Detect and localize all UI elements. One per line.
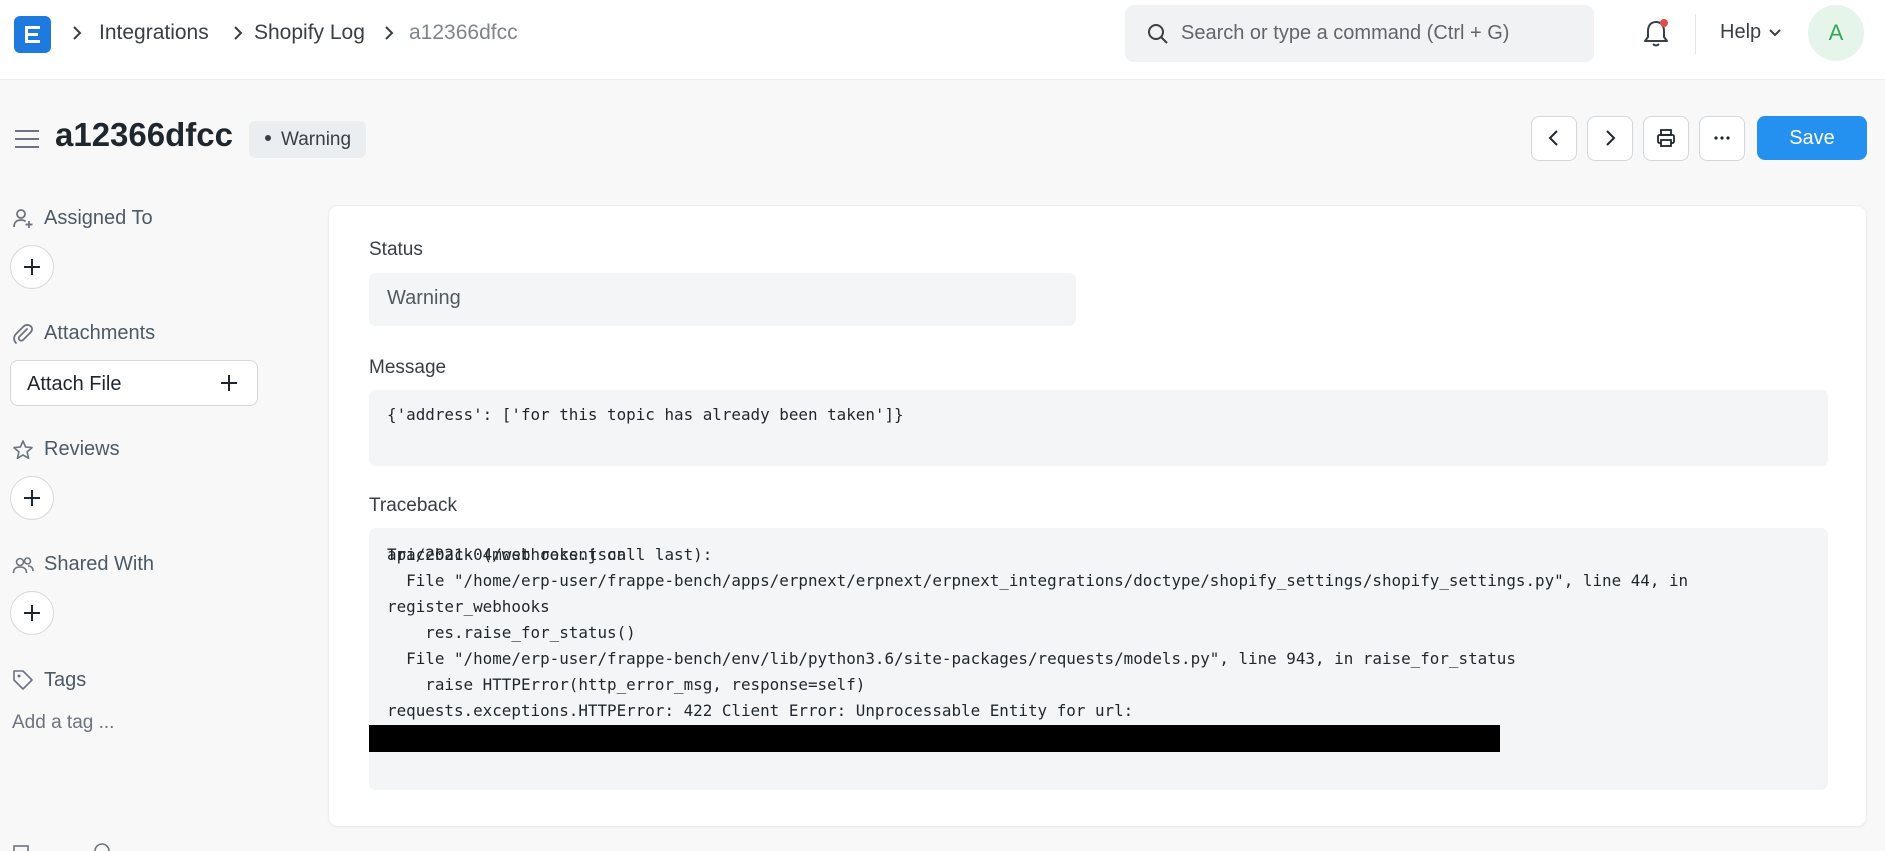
message-field[interactable]: {'address': ['for this topic has already… — [369, 390, 1828, 466]
erpnext-logo-icon — [25, 26, 40, 43]
more-horizontal-icon — [1714, 136, 1730, 140]
help-menu[interactable]: Help — [1720, 21, 1761, 44]
message-label: Message — [369, 357, 447, 378]
add-assignee-button[interactable] — [10, 245, 54, 289]
plus-icon — [24, 259, 40, 275]
notification-dot — [1660, 19, 1668, 27]
page-title: a12366dfcc — [55, 116, 233, 153]
app-logo[interactable] — [14, 16, 51, 53]
add-review-button[interactable] — [10, 476, 54, 520]
user-add-icon — [13, 209, 33, 228]
next-doc-button[interactable] — [1587, 116, 1633, 161]
chevron-right-icon — [1606, 130, 1616, 146]
reviews-label: Reviews — [44, 438, 120, 460]
navbar-divider — [1695, 14, 1696, 54]
status-field[interactable]: Warning — [369, 273, 1076, 326]
chevron-right-icon — [73, 26, 82, 40]
breadcrumb-integrations[interactable]: Integrations — [99, 21, 209, 45]
plus-icon — [24, 490, 40, 506]
search-icon — [1148, 24, 1168, 44]
status-value: Warning — [387, 287, 461, 309]
plus-icon — [221, 375, 237, 391]
search-bar[interactable] — [1125, 5, 1594, 62]
tag-icon — [13, 670, 33, 690]
user-avatar[interactable]: A — [1808, 5, 1864, 61]
add-share-button[interactable] — [10, 591, 54, 635]
add-tag-link[interactable]: Add a tag ... — [12, 712, 114, 734]
attachments-label: Attachments — [44, 322, 156, 344]
sidebar-toggle-icon[interactable] — [14, 128, 40, 150]
more-actions-button[interactable] — [1699, 116, 1745, 161]
traceback-field[interactable]: Traceback (most recent call last): File … — [369, 528, 1828, 790]
attach-file-button[interactable]: Attach File — [10, 360, 258, 406]
assigned-to-label: Assigned To — [44, 207, 153, 229]
status-indicator: Warning — [249, 121, 367, 158]
breadcrumb-shopify-log[interactable]: Shopify Log — [254, 21, 365, 45]
save-button[interactable]: Save — [1757, 116, 1867, 160]
search-input[interactable] — [1181, 5, 1581, 62]
status-dot — [265, 135, 271, 142]
print-button[interactable] — [1643, 116, 1689, 161]
breadcrumb-current: a12366dfcc — [409, 21, 518, 44]
chevron-right-icon — [385, 26, 394, 40]
chevron-down-icon — [1769, 29, 1781, 37]
traceback-url-tail: api/2021-04/webhooks.json — [387, 545, 627, 564]
star-icon — [13, 440, 33, 460]
redacted-url — [369, 725, 1500, 752]
shared-with-label: Shared With — [44, 553, 155, 575]
navbar: Integrations Shopify Log a12366dfcc Help… — [0, 0, 1885, 80]
status-label: Status — [369, 239, 423, 260]
traceback-text: Traceback (most recent call last): File … — [387, 545, 1689, 720]
traceback-label: Traceback — [369, 495, 457, 516]
previous-doc-button[interactable] — [1531, 116, 1577, 161]
attach-file-label: Attach File — [27, 373, 122, 395]
users-icon — [12, 557, 34, 574]
form-card: Status Warning Message {'address': ['for… — [328, 205, 1867, 827]
printer-icon — [1657, 129, 1675, 147]
sidebar-stats-icons — [13, 843, 110, 851]
status-indicator-label: Warning — [281, 129, 352, 150]
message-value: {'address': ['for this topic has already… — [387, 405, 904, 424]
paperclip-icon — [13, 324, 33, 344]
chevron-right-icon — [234, 26, 243, 40]
tags-label: Tags — [44, 669, 87, 691]
chevron-left-icon — [1548, 130, 1558, 146]
plus-icon — [24, 605, 40, 621]
